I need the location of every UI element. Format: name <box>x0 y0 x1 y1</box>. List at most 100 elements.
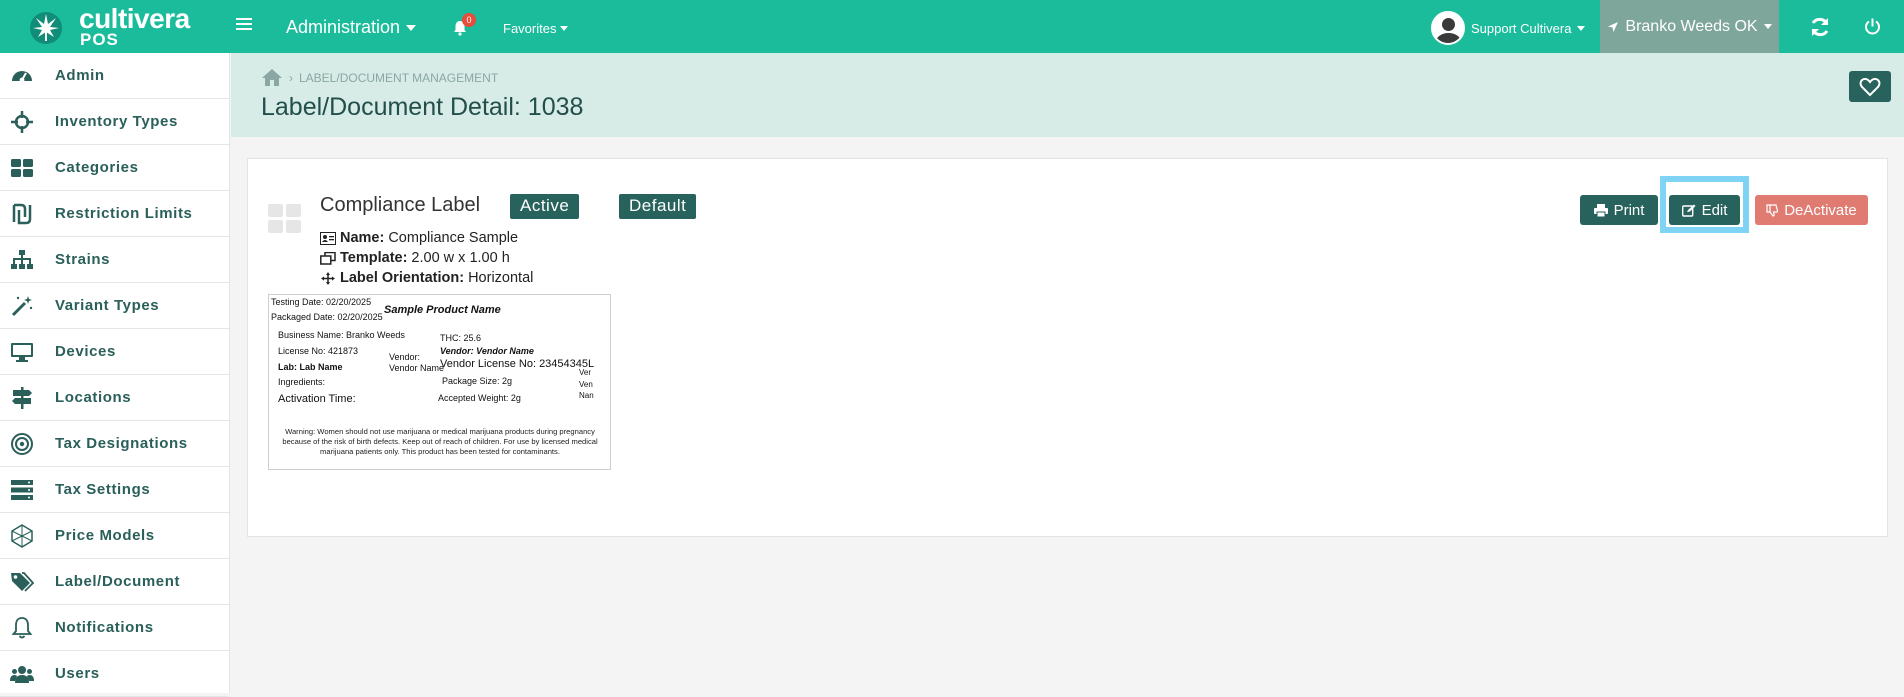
sidebar-item-label: Notifications <box>55 619 154 636</box>
add-favorite-button[interactable] <box>1849 71 1891 102</box>
preview-ingredients: Ingredients: <box>278 377 326 387</box>
caret-down-icon <box>406 24 417 31</box>
name-key: Name: <box>340 230 385 246</box>
preview-activation-time: Activation Time: <box>278 393 356 405</box>
template-key: Template: <box>340 250 408 266</box>
sidebar-item-users[interactable]: Users <box>0 651 229 697</box>
print-icon <box>1593 203 1608 217</box>
deactivate-button[interactable]: DeActivate <box>1755 195 1868 225</box>
sidebar-item-label: Devices <box>55 343 116 360</box>
print-label: Print <box>1613 201 1645 219</box>
preview-product-name: Sample Product Name <box>384 304 501 316</box>
administration-menu[interactable]: Administration <box>286 17 417 38</box>
shekel-icon <box>12 203 32 225</box>
breadcrumb-separator: › <box>289 70 293 85</box>
heart-icon <box>1859 77 1881 97</box>
sidebar-item-label: Admin <box>55 67 105 84</box>
notification-count-badge: 0 <box>462 13 476 27</box>
power-icon[interactable] <box>1864 18 1881 35</box>
arrows-icon <box>321 271 335 285</box>
tags-icon <box>11 572 34 592</box>
sidebar-item-label: Users <box>55 665 100 682</box>
sidebar-item-inventory-types[interactable]: Inventory Types <box>0 99 229 145</box>
sidebar-item-label: Strains <box>55 251 111 268</box>
server-icon <box>11 480 33 500</box>
users-icon <box>10 666 34 683</box>
preview-package-size: Package Size: 2g <box>442 376 513 386</box>
user-menu[interactable]: Support Cultivera <box>1431 11 1586 45</box>
sidebar-item-label: Tax Settings <box>55 481 151 498</box>
label-name: Compliance Label <box>320 194 481 216</box>
label-thumbnail-icon <box>268 204 301 233</box>
preview-overflow-text: Ver Ven Nan <box>579 368 594 400</box>
orientation-key: Label Orientation: <box>340 270 465 286</box>
location-name: Branko Weeds OK <box>1625 17 1758 35</box>
target-icon <box>11 433 33 455</box>
sitemap-icon <box>11 250 33 269</box>
sidebar-item-label: Categories <box>55 159 139 176</box>
sidebar-item-price-models[interactable]: Price Models <box>0 513 229 559</box>
sidebar-item-categories[interactable]: Categories <box>0 145 229 191</box>
preview-lab: Lab: Lab Name <box>278 362 343 372</box>
magic-wand-icon <box>11 296 33 317</box>
brand-logo[interactable]: cultivera POS <box>0 0 230 53</box>
sidebar-item-label-document[interactable]: Label/Document <box>0 559 229 605</box>
label-preview: Testing Date: 02/20/2025 Packaged Date: … <box>268 294 611 470</box>
avatar <box>1431 11 1465 45</box>
sidebar-item-notifications[interactable]: Notifications <box>0 605 229 651</box>
sidebar-item-devices[interactable]: Devices <box>0 329 229 375</box>
sidebar-item-label: Price Models <box>55 527 155 544</box>
sidebar-item-label: Variant Types <box>55 297 160 314</box>
sidebar-item-label: Restriction Limits <box>55 205 193 222</box>
location-selector[interactable]: Branko Weeds OK <box>1600 0 1779 53</box>
polygon-icon <box>11 524 33 548</box>
sidebar-item-tax-designations[interactable]: Tax Designations <box>0 421 229 467</box>
orientation-row: Label Orientation: Horizontal <box>320 270 533 286</box>
sidebar-item-tax-settings[interactable]: Tax Settings <box>0 467 229 513</box>
sidebar-item-variant-types[interactable]: Variant Types <box>0 283 229 329</box>
dashboard-icon <box>12 71 32 83</box>
template-value: 2.00 w x 1.00 h <box>411 250 510 266</box>
top-navbar: cultivera POS Administration 0 Favorites… <box>0 0 1904 53</box>
preview-vendor-bold: Vendor: Vendor Name <box>440 346 534 356</box>
edit-button-highlight <box>1660 176 1749 233</box>
preview-business-name: Business Name: Branko Weeds <box>278 330 405 340</box>
sidebar-item-label: Tax Designations <box>55 435 188 452</box>
preview-warning: Warning: Women should not use marijuana … <box>282 427 598 456</box>
preview-license-no: License No: 421873 <box>278 346 359 356</box>
grid-icon <box>11 159 33 177</box>
breadcrumb-item[interactable]: LABEL/DOCUMENT MANAGEMENT <box>299 71 498 85</box>
administration-label: Administration <box>286 17 401 37</box>
caret-down-icon <box>560 26 569 31</box>
breadcrumb: › LABEL/DOCUMENT MANAGEMENT <box>261 68 498 87</box>
sidebar: Admin Inventory Types Categories Restric… <box>0 53 230 697</box>
caret-down-icon <box>1577 25 1586 31</box>
brand-name: cultivera <box>79 3 190 34</box>
refresh-icon[interactable] <box>1808 15 1832 39</box>
sidebar-item-admin[interactable]: Admin <box>0 53 229 99</box>
id-card-icon <box>320 231 336 245</box>
menu-toggle-icon[interactable] <box>236 18 252 32</box>
sidebar-item-restriction-limits[interactable]: Restriction Limits <box>0 191 229 237</box>
sidebar-item-locations[interactable]: Locations <box>0 375 229 421</box>
favorites-label: Favorites <box>503 21 557 36</box>
page-title: Label/Document Detail: 1038 <box>261 93 584 121</box>
crosshair-icon <box>11 111 33 133</box>
sidebar-item-label: Inventory Types <box>55 113 178 130</box>
default-badge: Default <box>619 194 697 219</box>
sidebar-item-label: Locations <box>55 389 132 406</box>
favorites-menu[interactable]: Favorites <box>503 21 569 36</box>
caret-down-icon <box>1763 24 1772 29</box>
home-icon[interactable] <box>261 68 283 87</box>
preview-packaged-date: Packaged Date: 02/20/2025 <box>271 312 383 322</box>
label-detail-card: Compliance Label Active Default Name: Co… <box>247 158 1888 537</box>
signpost-icon <box>12 387 32 409</box>
preview-vendor-license: Vendor License No: 23454345L <box>440 358 595 370</box>
page-header: › LABEL/DOCUMENT MANAGEMENT Label/Docume… <box>231 53 1904 137</box>
template-row: Template: 2.00 w x 1.00 h <box>320 250 510 266</box>
sidebar-item-strains[interactable]: Strains <box>0 237 229 283</box>
clone-icon <box>320 251 336 265</box>
cannabis-logo-icon <box>30 12 62 44</box>
print-button[interactable]: Print <box>1580 195 1658 225</box>
monitor-icon <box>11 343 33 362</box>
